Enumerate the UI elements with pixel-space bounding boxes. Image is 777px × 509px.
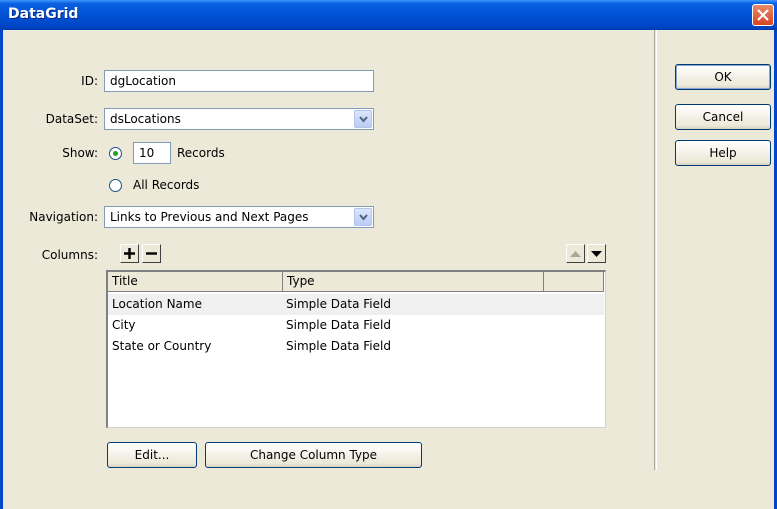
plus-icon xyxy=(124,248,135,259)
list-item[interactable]: City Simple Data Field xyxy=(108,315,604,336)
radio-selected-dot xyxy=(113,151,118,156)
cancel-button[interactable]: Cancel xyxy=(675,104,771,130)
list-item[interactable]: State or Country Simple Data Field xyxy=(108,336,604,357)
close-icon xyxy=(757,9,769,21)
chevron-down-icon xyxy=(359,116,368,123)
list-item[interactable]: Location Name Simple Data Field xyxy=(108,294,604,315)
column-header-title[interactable]: Title xyxy=(108,272,283,292)
window-title: DataGrid xyxy=(8,6,79,22)
navigation-label: Navigation: xyxy=(29,210,98,224)
row-type: Simple Data Field xyxy=(286,318,391,332)
column-header-type[interactable]: Type xyxy=(283,272,544,292)
help-button[interactable]: Help xyxy=(675,140,771,166)
radio-records[interactable] xyxy=(109,147,122,160)
close-button[interactable] xyxy=(752,4,774,26)
remove-column-button[interactable] xyxy=(142,244,161,263)
row-type: Simple Data Field xyxy=(286,297,391,311)
row-type: Simple Data Field xyxy=(286,339,391,353)
triangle-down-icon xyxy=(591,251,602,257)
all-records-label: All Records xyxy=(133,178,200,192)
columns-label: Columns: xyxy=(41,248,98,262)
triangle-up-icon xyxy=(570,251,581,257)
move-down-button[interactable] xyxy=(587,244,606,263)
id-input[interactable]: dgLocation xyxy=(104,70,374,92)
dataset-select[interactable]: dsLocations xyxy=(104,108,374,130)
navigation-select[interactable]: Links to Previous and Next Pages xyxy=(104,206,374,228)
records-count-input[interactable]: 10 xyxy=(133,142,171,164)
title-bar[interactable]: DataGrid xyxy=(0,0,777,30)
column-header-empty[interactable] xyxy=(544,272,604,292)
move-up-button[interactable] xyxy=(566,244,585,263)
id-label: ID: xyxy=(81,74,98,88)
navigation-dropdown-button[interactable] xyxy=(354,208,372,226)
row-title: City xyxy=(112,318,136,332)
divider xyxy=(654,30,657,470)
add-column-button[interactable] xyxy=(120,244,139,263)
records-label: Records xyxy=(177,146,225,160)
dataset-dropdown-button[interactable] xyxy=(354,110,372,128)
radio-all-records[interactable] xyxy=(109,179,122,192)
minus-icon xyxy=(146,252,157,255)
row-title: State or Country xyxy=(112,339,212,353)
chevron-down-icon xyxy=(359,214,368,221)
datagrid-dialog: DataGrid ID: dgLocation DataSet: dsLocat… xyxy=(0,0,777,509)
show-label: Show: xyxy=(62,146,98,160)
ok-button[interactable]: OK xyxy=(675,64,771,90)
change-column-type-button[interactable]: Change Column Type xyxy=(205,442,422,468)
dataset-label: DataSet: xyxy=(45,112,98,126)
navigation-value: Links to Previous and Next Pages xyxy=(110,210,309,224)
dialog-body: ID: dgLocation DataSet: dsLocations Show… xyxy=(0,30,777,509)
edit-button[interactable]: Edit... xyxy=(107,442,197,468)
row-title: Location Name xyxy=(112,297,202,311)
dataset-value: dsLocations xyxy=(110,112,181,126)
columns-list[interactable]: Title Type Location Name Simple Data Fie… xyxy=(106,270,606,428)
